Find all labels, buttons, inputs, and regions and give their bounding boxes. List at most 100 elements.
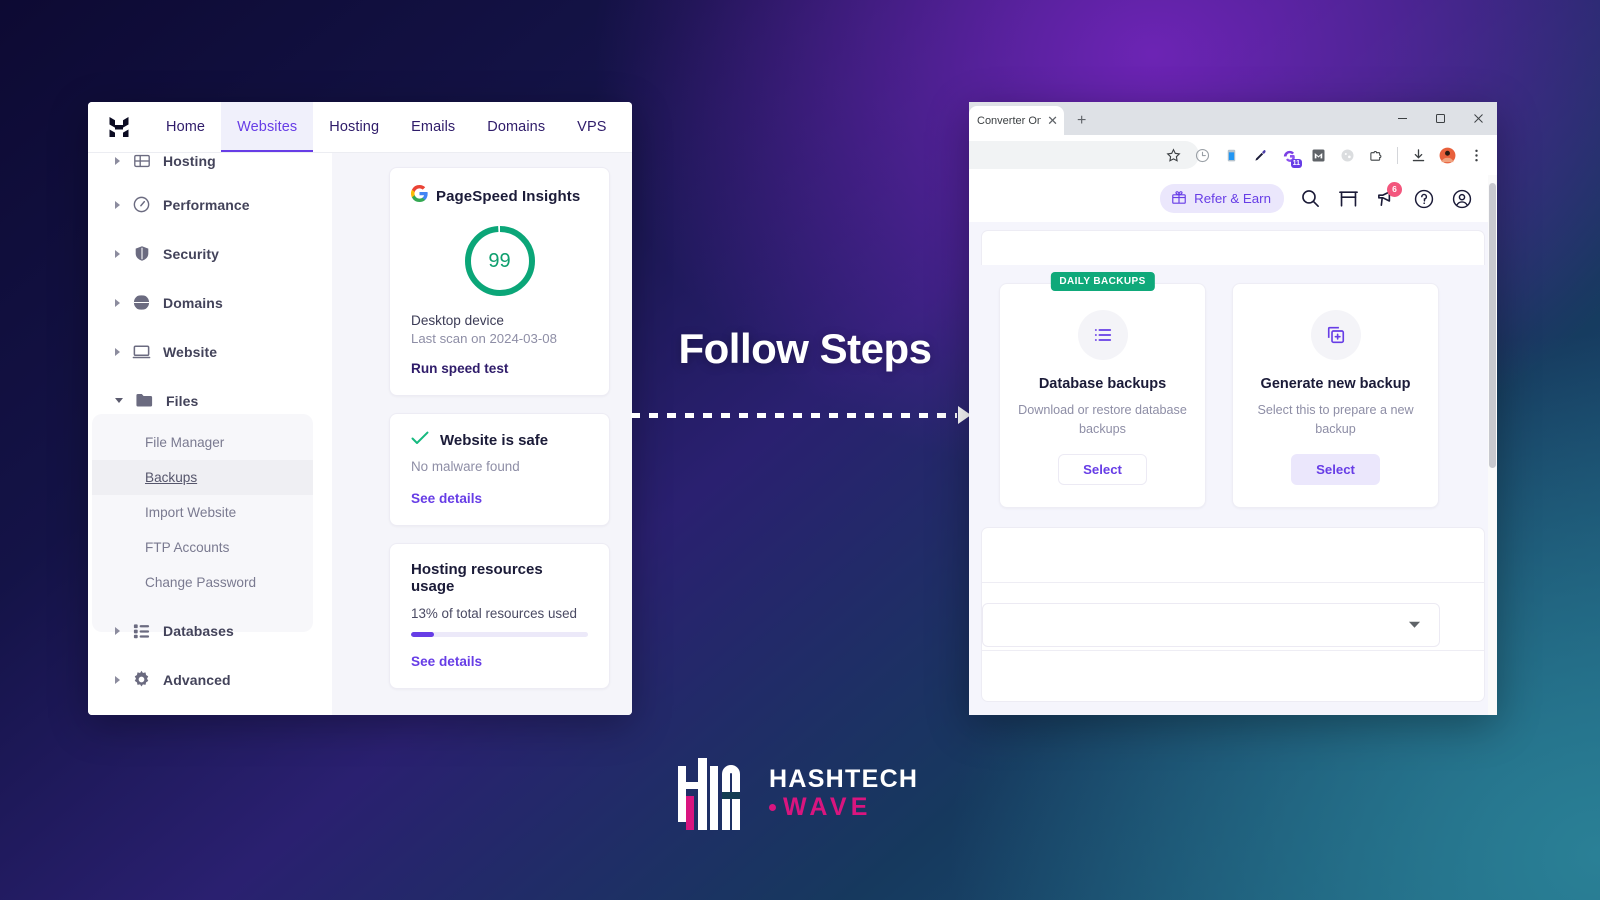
- shield-icon: [131, 243, 152, 264]
- sidebar-sublabel: Backups: [145, 470, 198, 485]
- card-title: Database backups: [1038, 376, 1167, 392]
- chevron-right-icon: [115, 675, 120, 684]
- page-scrollbar[interactable]: [1488, 175, 1497, 715]
- eyedropper-extension-icon[interactable]: [1247, 142, 1274, 169]
- sidebar-item-performance[interactable]: Performance: [88, 180, 332, 229]
- clipboard-extension-icon[interactable]: [1218, 142, 1245, 169]
- pagespeed-score-value: 99: [488, 249, 511, 272]
- folder-icon: [134, 390, 155, 411]
- chevron-right-icon: [115, 626, 120, 635]
- scrollbar-thumb[interactable]: [1489, 183, 1496, 468]
- nav-item-vps[interactable]: VPS: [561, 102, 622, 152]
- pagespeed-score-gauge: 99: [462, 223, 538, 299]
- plus-icon[interactable]: +: [1077, 113, 1086, 129]
- browser-menu-icon[interactable]: [1463, 142, 1490, 169]
- nav-item-domains[interactable]: Domains: [471, 102, 561, 152]
- search-icon[interactable]: [1293, 182, 1327, 216]
- google-g-icon: [410, 185, 428, 207]
- website-safe-subtitle: No malware found: [411, 459, 520, 474]
- panel-sidebar: Hosting Performance Security Domains Web…: [88, 153, 332, 715]
- panel-page-viewport: Refer & Earn 6 DAILY BACKUPS Database ba…: [969, 175, 1497, 715]
- bookmark-star-icon[interactable]: [1160, 142, 1187, 169]
- speedometer-icon: [131, 194, 152, 215]
- sidebar-item-ftp-accounts[interactable]: FTP Accounts: [88, 530, 332, 565]
- sidebar-sublabel: FTP Accounts: [145, 540, 230, 555]
- sidebar-item-databases[interactable]: Databases: [88, 606, 332, 655]
- backup-date-select[interactable]: [982, 602, 1440, 647]
- brand-line-2-row: WAVE: [769, 795, 918, 820]
- browser-window: Converter On ✕ + 11 Refer & Earn 6 DAILY…: [969, 102, 1497, 715]
- announcement-badge-count: 6: [1387, 181, 1402, 197]
- browser-tab[interactable]: Converter On ✕: [969, 106, 1064, 135]
- maximize-icon[interactable]: [1421, 102, 1459, 135]
- toolbar-icon-group: 11: [1160, 142, 1490, 169]
- chevron-right-icon: [115, 200, 120, 209]
- sidebar-item-advanced[interactable]: Advanced: [88, 655, 332, 704]
- account-avatar-icon[interactable]: [1445, 182, 1479, 216]
- marketplace-store-icon[interactable]: [1331, 182, 1365, 216]
- nav-label: VPS: [577, 119, 607, 135]
- refer-and-earn-button[interactable]: Refer & Earn: [1160, 184, 1284, 213]
- disabled-extension-icon[interactable]: [1334, 142, 1361, 169]
- minimize-icon[interactable]: [1383, 102, 1421, 135]
- backup-options-row: DAILY BACKUPS Database backups Download …: [969, 265, 1497, 508]
- extension-badge-count: 11: [1290, 158, 1302, 168]
- sidebar-item-website[interactable]: Website: [88, 327, 332, 376]
- clock-history-icon[interactable]: [1189, 142, 1216, 169]
- database-backups-select-button[interactable]: Select: [1058, 453, 1147, 485]
- database-backups-card[interactable]: DAILY BACKUPS Database backups Download …: [999, 272, 1206, 508]
- mailtrack-extension-icon[interactable]: [1305, 142, 1332, 169]
- resources-progress-bar: [411, 632, 588, 637]
- check-icon: [411, 431, 429, 450]
- sidebar-item-hosting[interactable]: Hosting: [88, 142, 332, 180]
- server-icon: [131, 151, 152, 172]
- sidebar-item-file-manager[interactable]: File Manager: [88, 425, 332, 460]
- sidebar-label: Performance: [163, 196, 250, 213]
- database-list-icon: [131, 620, 152, 641]
- monitor-icon: [131, 341, 152, 362]
- run-speed-test-link[interactable]: Run speed test: [411, 361, 588, 376]
- globe-icon: [131, 292, 152, 313]
- nav-label: Websites: [237, 119, 298, 135]
- copy-plus-icon: [1310, 310, 1361, 360]
- chevron-down-icon: [115, 398, 123, 403]
- downloads-icon[interactable]: [1405, 142, 1432, 169]
- panel-divider: [982, 581, 1484, 583]
- announcements-megaphone-icon[interactable]: 6: [1369, 181, 1403, 216]
- card-description: Download or restore database backups: [1018, 403, 1187, 436]
- sidebar-item-change-password[interactable]: Change Password: [88, 565, 332, 600]
- close-window-icon[interactable]: [1459, 102, 1497, 135]
- window-controls: [1383, 102, 1497, 135]
- browser-tab-bar: Converter On ✕ +: [969, 102, 1497, 135]
- safety-see-details-link[interactable]: See details: [411, 491, 588, 506]
- sidebar-sublabel: Import Website: [145, 505, 237, 520]
- sidebar-sublabel: Change Password: [145, 575, 257, 590]
- grammarly-extension-icon[interactable]: 11: [1276, 142, 1303, 169]
- generate-new-backup-card[interactable]: Generate new backup Select this to prepa…: [1232, 283, 1439, 508]
- sidebar-label: Security: [163, 245, 220, 262]
- sidebar-item-files[interactable]: Files: [88, 376, 332, 425]
- sidebar-item-domains[interactable]: Domains: [88, 278, 332, 327]
- extensions-puzzle-icon[interactable]: [1363, 142, 1390, 169]
- sidebar-label: Domains: [163, 294, 223, 311]
- sidebar-item-backups[interactable]: Backups: [92, 460, 313, 495]
- pagespeed-device-label: Desktop device: [411, 313, 504, 328]
- toolbar-divider: [1397, 146, 1398, 164]
- profile-avatar-icon[interactable]: [1434, 142, 1461, 169]
- resources-progress-fill: [411, 632, 434, 637]
- resources-see-details-link[interactable]: See details: [411, 654, 588, 669]
- browser-tab-title: Converter On: [977, 114, 1042, 127]
- chevron-right-icon: [115, 347, 120, 356]
- website-safe-card: Website is safe No malware found See det…: [389, 413, 610, 526]
- nav-item-emails[interactable]: Emails: [395, 102, 471, 152]
- help-question-icon[interactable]: [1407, 182, 1441, 216]
- generate-new-backup-select-button[interactable]: Select: [1291, 453, 1380, 485]
- card-description: Select this to prepare a new backup: [1257, 403, 1414, 436]
- sidebar-label: Databases: [163, 622, 234, 639]
- sidebar-item-import-website[interactable]: Import Website: [88, 495, 332, 530]
- chevron-down-icon: [1408, 616, 1421, 634]
- pagespeed-title: PageSpeed Insights: [436, 187, 581, 205]
- follow-steps-heading: Follow Steps: [678, 325, 932, 372]
- sidebar-item-security[interactable]: Security: [88, 229, 332, 278]
- close-icon[interactable]: ✕: [1047, 114, 1058, 127]
